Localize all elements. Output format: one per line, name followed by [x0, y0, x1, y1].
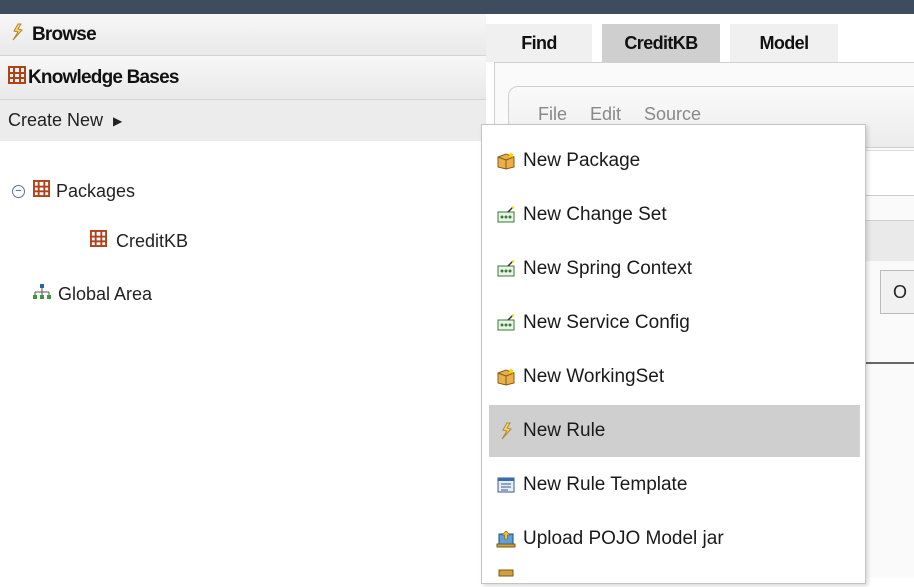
tab-creditkb[interactable]: CreditKB	[602, 24, 720, 62]
menu-item-new-spring-context[interactable]: New Spring Context	[489, 243, 860, 295]
menu-label: New Change Set	[523, 204, 667, 225]
main-tabs: Find CreditKB Model	[486, 14, 914, 62]
rule-icon	[8, 23, 26, 47]
menu-label: Upload POJO Model jar	[523, 528, 724, 549]
rule-template-icon	[495, 475, 517, 495]
menu-item-new-service-config[interactable]: New Service Config	[489, 297, 860, 349]
menu-item-new-rule[interactable]: New Rule	[489, 405, 860, 457]
upload-icon	[495, 567, 517, 587]
tree-label-creditkb: CreditKB	[116, 230, 189, 251]
menu-label: New WorkingSet	[523, 366, 665, 387]
change-set-icon	[495, 205, 517, 225]
menu-label: New Service Config	[523, 312, 690, 333]
package-new-icon	[495, 151, 517, 171]
create-new-dropdown: New Package New Change Set New Spring Co…	[481, 124, 866, 584]
collapse-icon[interactable]: −	[12, 184, 25, 198]
menu-label: New Spring Context	[523, 258, 692, 279]
hierarchy-icon	[32, 283, 52, 306]
browse-label: Browse	[32, 23, 97, 45]
menu-item-new-rule-template[interactable]: New Rule Template	[489, 459, 860, 511]
upload-jar-icon	[495, 529, 517, 549]
package-icon	[33, 180, 50, 202]
menu-label: New Rule	[523, 420, 606, 441]
package-icon	[90, 230, 107, 252]
menu-item-upload-pojo-jar[interactable]: Upload POJO Model jar	[489, 513, 860, 565]
menu-label: New Package	[523, 150, 641, 171]
menu-label: New Rule Template	[523, 474, 688, 495]
tree-label-packages: Packages	[56, 180, 136, 201]
menu-item-partial[interactable]	[489, 567, 860, 587]
menu-item-new-change-set[interactable]: New Change Set	[489, 189, 860, 241]
chevron-right-icon: ▶	[113, 113, 123, 128]
menu-item-new-package[interactable]: New Package	[489, 135, 860, 187]
tree-item-packages[interactable]: − Packages	[12, 180, 135, 202]
tab-find[interactable]: Find	[486, 24, 592, 62]
knowledge-bases-label: Knowledge Bases	[28, 66, 179, 88]
tree-label-global-area: Global Area	[58, 284, 153, 304]
create-new-label: Create New	[8, 110, 104, 130]
editor-menu-bar[interactable]: File Edit Source	[538, 104, 701, 125]
package-icon	[8, 65, 26, 90]
workingset-icon	[495, 367, 517, 387]
tree-item-creditkb[interactable]: CreditKB	[90, 230, 188, 252]
spring-context-icon	[495, 259, 517, 279]
tree-item-global-area[interactable]: Global Area	[32, 283, 152, 306]
browse-header[interactable]: Browse	[0, 14, 486, 56]
app-header-bar	[0, 0, 914, 14]
create-new-menu[interactable]: Create New ▶	[0, 100, 486, 141]
editor-button[interactable]: O	[880, 270, 914, 314]
service-config-icon	[495, 313, 517, 333]
knowledge-bases-header[interactable]: Knowledge Bases	[0, 56, 486, 100]
tab-model[interactable]: Model	[730, 24, 838, 62]
rule-icon	[495, 421, 517, 441]
menu-item-new-workingset[interactable]: New WorkingSet	[489, 351, 860, 403]
